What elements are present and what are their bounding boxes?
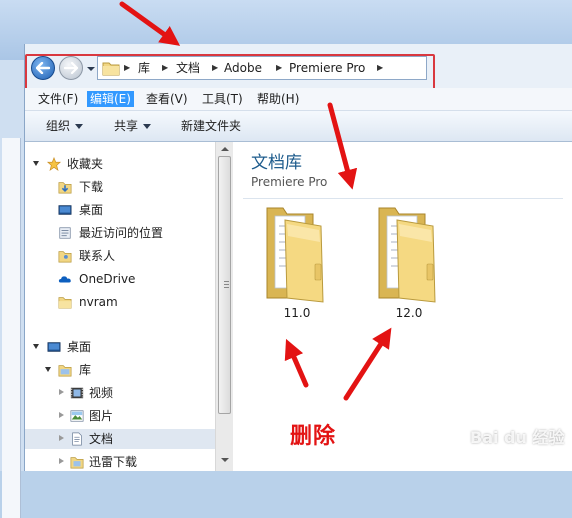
annotation-arrow-to-folder-11 (284, 338, 309, 388)
baidu-watermark: Bai du 经验 (470, 428, 565, 447)
annotation-arrow-to-library (327, 102, 358, 190)
annotation-arrow-to-folder-12 (343, 327, 392, 401)
annotation-arrows (119, 1, 392, 401)
annotation-arrow-to-address (119, 1, 181, 46)
delete-annotation: 删除 (290, 424, 337, 449)
